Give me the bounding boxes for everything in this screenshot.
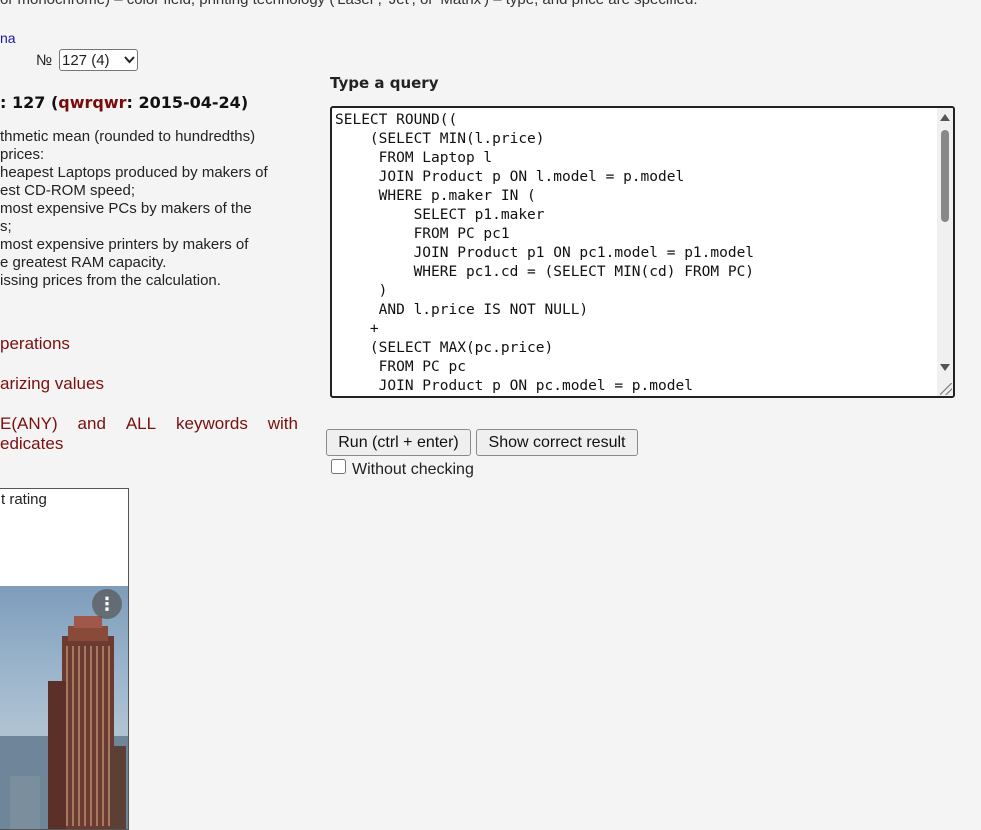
task-line: thmetic mean (rounded to hundredths) [0, 128, 256, 145]
nav-link[interactable]: na [0, 30, 16, 46]
task-line: prices: [0, 146, 45, 163]
task-author[interactable]: qwrqwr [58, 93, 126, 112]
show-correct-result-button[interactable]: Show correct result [476, 429, 638, 456]
ad-box[interactable]: t rating ⋮ [0, 488, 129, 830]
task-line: most expensive printers by makers of [0, 236, 249, 253]
task-number-select[interactable]: 127 (4) [59, 49, 138, 71]
run-button[interactable]: Run (ctrl + enter) [326, 429, 471, 456]
task-line: most expensive PCs by makers of the [0, 200, 252, 217]
task-line: est CD-ROM speed; [0, 182, 136, 199]
task-heading: : 127 (qwrqwr: 2015-04-24) [0, 93, 249, 112]
query-text[interactable]: SELECT ROUND(( (SELECT MIN(l.price) FROM… [335, 111, 754, 396]
more-options-icon[interactable]: ⋮ [92, 589, 122, 619]
task-line: heapest Laptops produced by makers of [0, 164, 268, 181]
chevron-down-icon [124, 56, 135, 64]
topic-link-operations[interactable]: perations [0, 334, 70, 354]
query-label: Type a query [330, 74, 439, 92]
scroll-up-icon[interactable] [940, 114, 950, 121]
task-line: e greatest RAM capacity. [0, 254, 167, 271]
topic-link-any-all[interactable]: E(ANY) and ALL keywords with edicates [0, 414, 298, 454]
scroll-thumb[interactable] [941, 130, 949, 222]
query-textarea[interactable]: SELECT ROUND(( (SELECT MIN(l.price) FROM… [330, 106, 955, 398]
intro-text: or monochrome) – color field, printing t… [0, 0, 698, 8]
textarea-scrollbar[interactable] [937, 108, 953, 396]
task-description: thmetic mean (rounded to hundredths) pri… [0, 128, 300, 290]
ad-caption: t rating [1, 491, 47, 508]
task-number-label: № [36, 52, 53, 69]
task-line: s; [0, 218, 12, 235]
ad-image[interactable]: ⋮ [0, 586, 128, 829]
topic-link-summarizing[interactable]: arizing values [0, 374, 104, 394]
task-line: issing prices from the calculation. [0, 272, 221, 289]
without-checking-label[interactable]: Without checking [352, 461, 474, 479]
scroll-down-icon[interactable] [940, 364, 950, 371]
without-checking-checkbox[interactable] [331, 459, 346, 474]
resize-grip-icon[interactable] [940, 383, 952, 395]
skyscraper-image [0, 616, 128, 829]
task-number-value: 127 (4) [62, 51, 110, 69]
